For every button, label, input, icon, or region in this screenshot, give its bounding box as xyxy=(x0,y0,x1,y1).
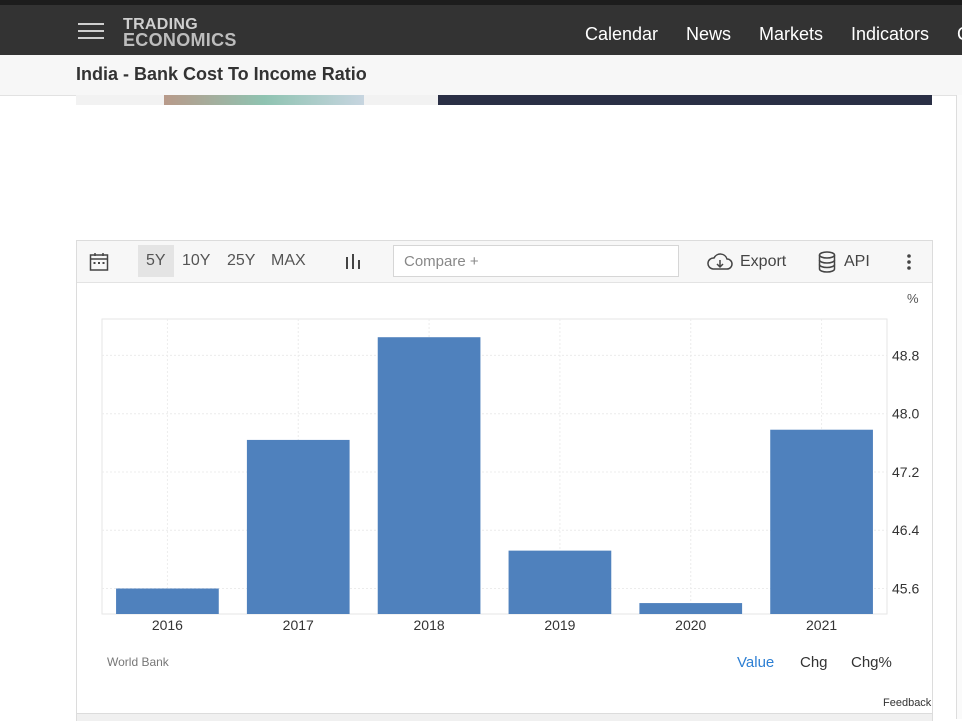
export-icon[interactable] xyxy=(707,253,733,276)
right-sidebar xyxy=(956,95,962,719)
page-title: India - Bank Cost To Income Ratio xyxy=(76,64,367,84)
chart-card: 5Y 10Y 25Y MAX Export xyxy=(76,240,933,721)
range-max[interactable]: MAX xyxy=(263,245,314,277)
brand-line2: ECONOMICS xyxy=(123,30,237,50)
bar-2021 xyxy=(770,429,873,614)
x-tick-label: 2018 xyxy=(414,617,445,633)
x-tick-label: 2016 xyxy=(152,617,183,633)
y-unit-label: % xyxy=(907,291,919,306)
calendar-icon[interactable] xyxy=(89,252,109,277)
bar-2016 xyxy=(116,588,219,614)
nav-markets[interactable]: Markets xyxy=(759,24,823,45)
y-tick-label: 48.0 xyxy=(892,406,919,422)
ad-banner[interactable] xyxy=(76,95,932,105)
bar-2017 xyxy=(246,439,350,614)
plot-frame xyxy=(101,318,888,615)
export-button[interactable]: Export xyxy=(740,253,786,271)
chart-toolbar: 5Y 10Y 25Y MAX Export xyxy=(77,241,932,283)
y-tick-label: 47.2 xyxy=(892,464,919,480)
title-bar: India - Bank Cost To Income Ratio xyxy=(0,55,962,96)
y-tick-label: 48.8 xyxy=(892,347,919,363)
data-source[interactable]: World Bank xyxy=(107,655,169,669)
bar-chart: 45.6 46.4 47.2 48.0 48.8% 2016 2017 2018 2019 202… xyxy=(101,291,919,633)
api-button[interactable]: API xyxy=(844,253,870,271)
card-bottom-strip xyxy=(77,713,932,721)
database-icon[interactable] xyxy=(818,251,836,278)
x-tick-label: 2021 xyxy=(806,617,837,633)
more-options-icon[interactable] xyxy=(907,254,911,275)
nav-news[interactable]: News xyxy=(686,24,731,45)
bar-2020 xyxy=(639,603,743,614)
x-tick-label: 2017 xyxy=(283,617,314,633)
bar-2018 xyxy=(377,337,481,614)
range-25y[interactable]: 25Y xyxy=(219,245,263,277)
x-tick-label: 2019 xyxy=(544,617,575,633)
range-5y[interactable]: 5Y xyxy=(138,245,174,277)
nav-more[interactable]: C xyxy=(957,24,962,45)
banner-image xyxy=(164,95,364,105)
navbar: TRADING ECONOMICS Calendar News Markets … xyxy=(0,5,962,55)
nav-calendar[interactable]: Calendar xyxy=(585,24,658,45)
chart-type-icon[interactable] xyxy=(345,253,361,274)
banner-dark-panel xyxy=(438,95,932,105)
feedback-link[interactable]: Feedback xyxy=(883,697,931,709)
x-tick-label: 2020 xyxy=(675,617,706,633)
range-10y[interactable]: 10Y xyxy=(174,245,218,277)
y-tick-label: 46.4 xyxy=(892,522,919,538)
tab-chg-percent[interactable]: Chg% xyxy=(851,654,892,671)
tab-chg[interactable]: Chg xyxy=(800,654,828,671)
tab-value[interactable]: Value xyxy=(737,654,774,671)
menu-icon[interactable] xyxy=(78,21,104,41)
compare-input[interactable] xyxy=(393,245,679,277)
nav-indicators[interactable]: Indicators xyxy=(851,24,929,45)
bar-2019 xyxy=(508,550,612,614)
brand-logo[interactable]: TRADING ECONOMICS xyxy=(123,17,237,50)
y-tick-label: 45.6 xyxy=(892,581,919,597)
